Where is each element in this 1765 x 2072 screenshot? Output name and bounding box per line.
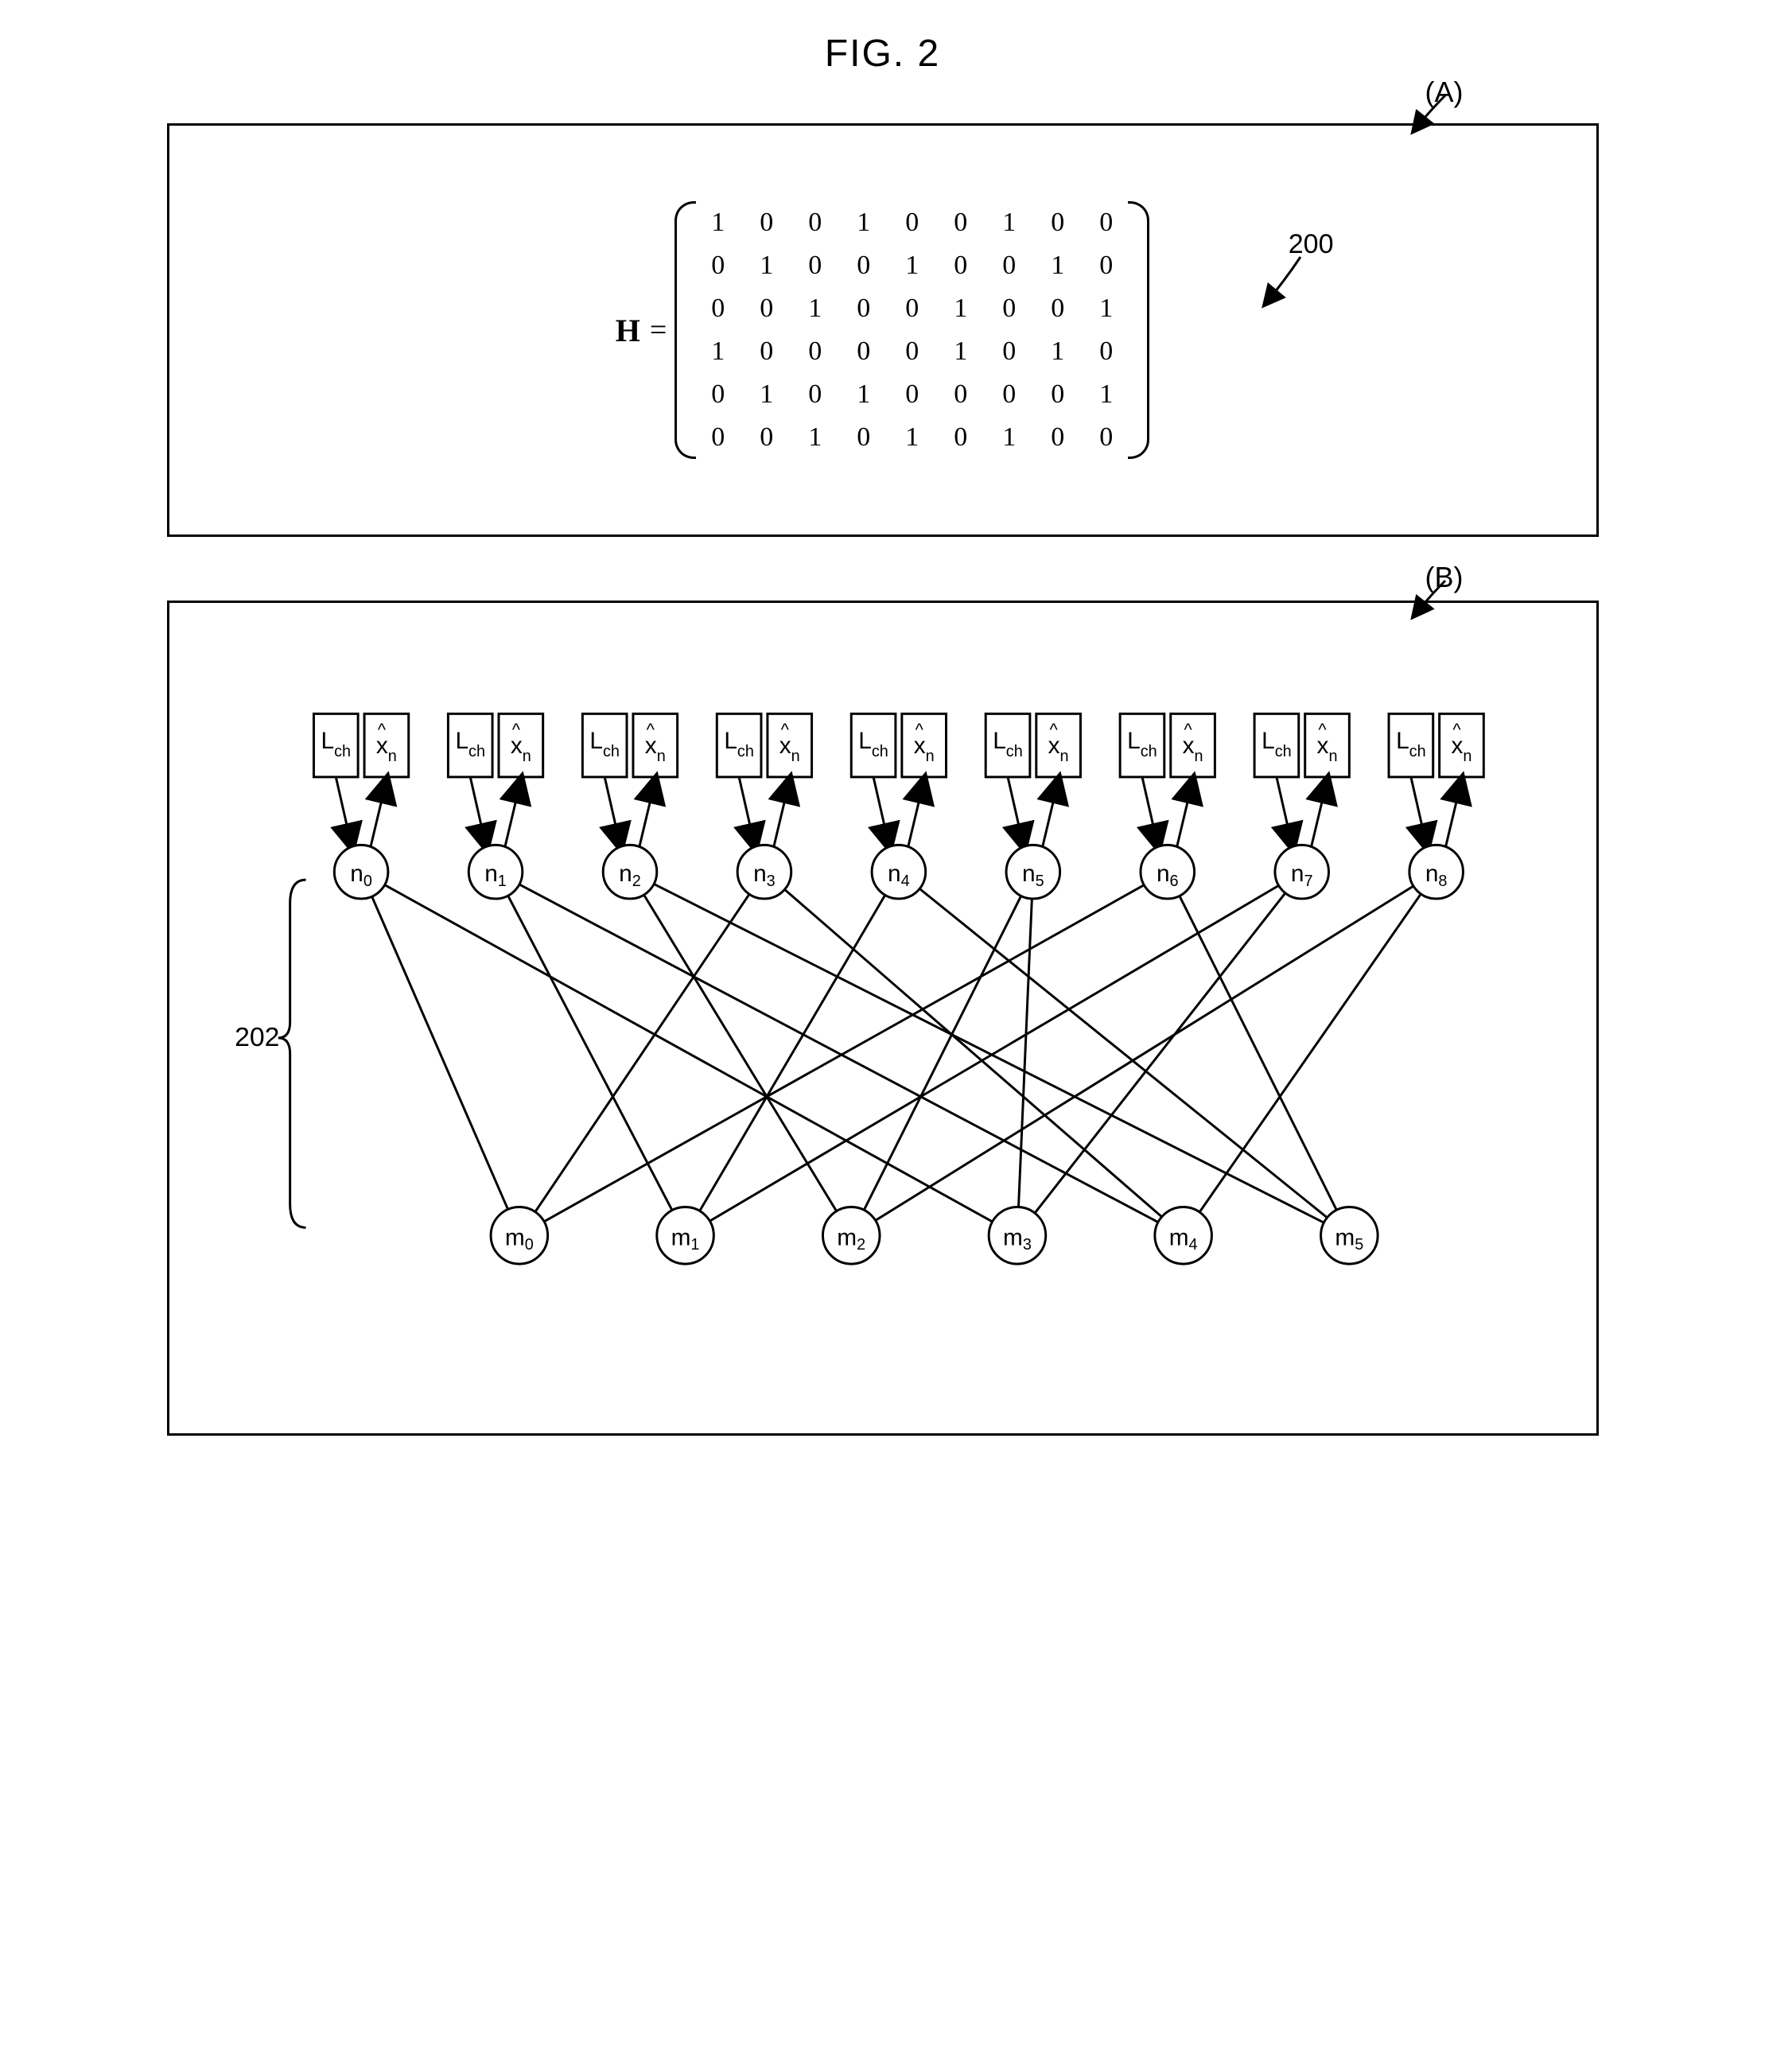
panel-a-label: (A): [1425, 76, 1464, 109]
matrix-cell: 0: [1082, 330, 1130, 373]
panel-b: 202 Lch^xnn0Lch^xnn1Lch^xnn2Lch^xnn3Lch^…: [167, 601, 1599, 1436]
matrix-cell: 0: [742, 416, 791, 459]
matrix-cell: 1: [694, 330, 742, 373]
edge: [519, 872, 1167, 1235]
matrix-cell: 0: [936, 373, 985, 416]
arrow-out: [504, 780, 520, 846]
arrow-in: [336, 777, 352, 846]
matrix-cell: 0: [839, 287, 888, 330]
matrix-cell: 0: [985, 244, 1033, 287]
edge: [851, 872, 1033, 1235]
matrix-cell: 0: [1082, 201, 1130, 244]
matrix-cell: 1: [1033, 244, 1082, 287]
edge: [764, 872, 1183, 1235]
matrix-cell: 1: [694, 201, 742, 244]
tanner-graph: 202 Lch^xnn0Lch^xnn1Lch^xnn2Lch^xnn3Lch^…: [201, 635, 1565, 1401]
matrix-name: H: [616, 312, 640, 349]
arrow-in: [1141, 777, 1157, 846]
arrow-in: [1008, 777, 1024, 846]
arrow-in: [470, 777, 486, 846]
panel-b-label: (B): [1425, 561, 1464, 594]
matrix-cell: 0: [1033, 201, 1082, 244]
matrix-cell: 1: [839, 373, 888, 416]
matrix-cell: 0: [791, 330, 839, 373]
edge: [629, 872, 1348, 1235]
matrix-cell: 1: [888, 416, 936, 459]
edge: [685, 872, 898, 1235]
matrix-cell: 0: [936, 416, 985, 459]
matrix-cell: 1: [791, 287, 839, 330]
matrix-cell: 0: [839, 330, 888, 373]
edge: [1017, 872, 1032, 1235]
ref-202: 202: [235, 1022, 279, 1052]
matrix-cell: 1: [742, 373, 791, 416]
matrix-cell: 0: [694, 416, 742, 459]
matrix-cell: 0: [742, 201, 791, 244]
arrow-in: [1410, 777, 1426, 846]
matrix-cell: 1: [936, 330, 985, 373]
arrow-out: [371, 780, 387, 846]
matrix-cell: 0: [694, 244, 742, 287]
arrow-in: [739, 777, 755, 846]
matrix-cell: 1: [1082, 373, 1130, 416]
matrix-cell: 1: [839, 201, 888, 244]
matrix-cell: 0: [1033, 287, 1082, 330]
edge: [361, 872, 1017, 1235]
matrix-cell: 1: [1033, 330, 1082, 373]
edge: [1183, 872, 1436, 1235]
edge: [898, 872, 1348, 1235]
matrix-cell: 0: [1082, 244, 1130, 287]
figure-title: FIG. 2: [32, 32, 1733, 76]
matrix-cell: 0: [839, 244, 888, 287]
arrow-out: [639, 780, 655, 846]
matrix-cell: 0: [888, 330, 936, 373]
matrix-cell: 0: [694, 373, 742, 416]
arrow-out: [1311, 780, 1327, 846]
matrix-cell: 0: [985, 287, 1033, 330]
matrix-cell: 0: [888, 201, 936, 244]
arrow-out: [1042, 780, 1058, 846]
matrix-cell: 0: [694, 287, 742, 330]
matrix-cell: 0: [888, 287, 936, 330]
arrow-out: [773, 780, 789, 846]
matrix-cell: 1: [888, 244, 936, 287]
arrow-in: [605, 777, 620, 846]
matrix-cell: 1: [742, 244, 791, 287]
edge: [519, 872, 764, 1235]
arrow-out: [1176, 780, 1192, 846]
matrix-cell: 0: [985, 330, 1033, 373]
arrow-in: [873, 777, 889, 846]
arrow-out: [908, 780, 923, 846]
edge: [361, 872, 519, 1235]
edge: [851, 872, 1436, 1235]
matrix-cell: 0: [1082, 416, 1130, 459]
matrix-cell: 1: [791, 416, 839, 459]
matrix-cell: 1: [936, 287, 985, 330]
matrix-cell: 1: [1082, 287, 1130, 330]
matrix-cell: 0: [839, 416, 888, 459]
matrix-cell: 0: [936, 201, 985, 244]
matrix-cell: 0: [888, 373, 936, 416]
arrow-in: [1276, 777, 1292, 846]
matrix-cell: 0: [742, 330, 791, 373]
edge: [496, 872, 1184, 1235]
edge: [629, 872, 850, 1235]
matrix-cell: 0: [936, 244, 985, 287]
matrix-cell: 0: [985, 373, 1033, 416]
matrix-cell: 0: [791, 244, 839, 287]
matrix-cell: 0: [791, 201, 839, 244]
edge: [496, 872, 686, 1235]
matrix-cell: 1: [985, 201, 1033, 244]
matrix-cell: 0: [1033, 416, 1082, 459]
matrix-H: H = 100100100010010010001001001100001010…: [217, 173, 1549, 487]
matrix-table: 1001001000100100100010010011000010100101…: [694, 201, 1130, 459]
arrow-out: [1445, 780, 1461, 846]
matrix-cell: 0: [1033, 373, 1082, 416]
panel-a: 200 H = 10010010001001001000100100110000…: [167, 123, 1599, 537]
matrix-cell: 0: [791, 373, 839, 416]
matrix-cell: 0: [742, 287, 791, 330]
matrix-cell: 1: [985, 416, 1033, 459]
edge: [685, 872, 1301, 1235]
